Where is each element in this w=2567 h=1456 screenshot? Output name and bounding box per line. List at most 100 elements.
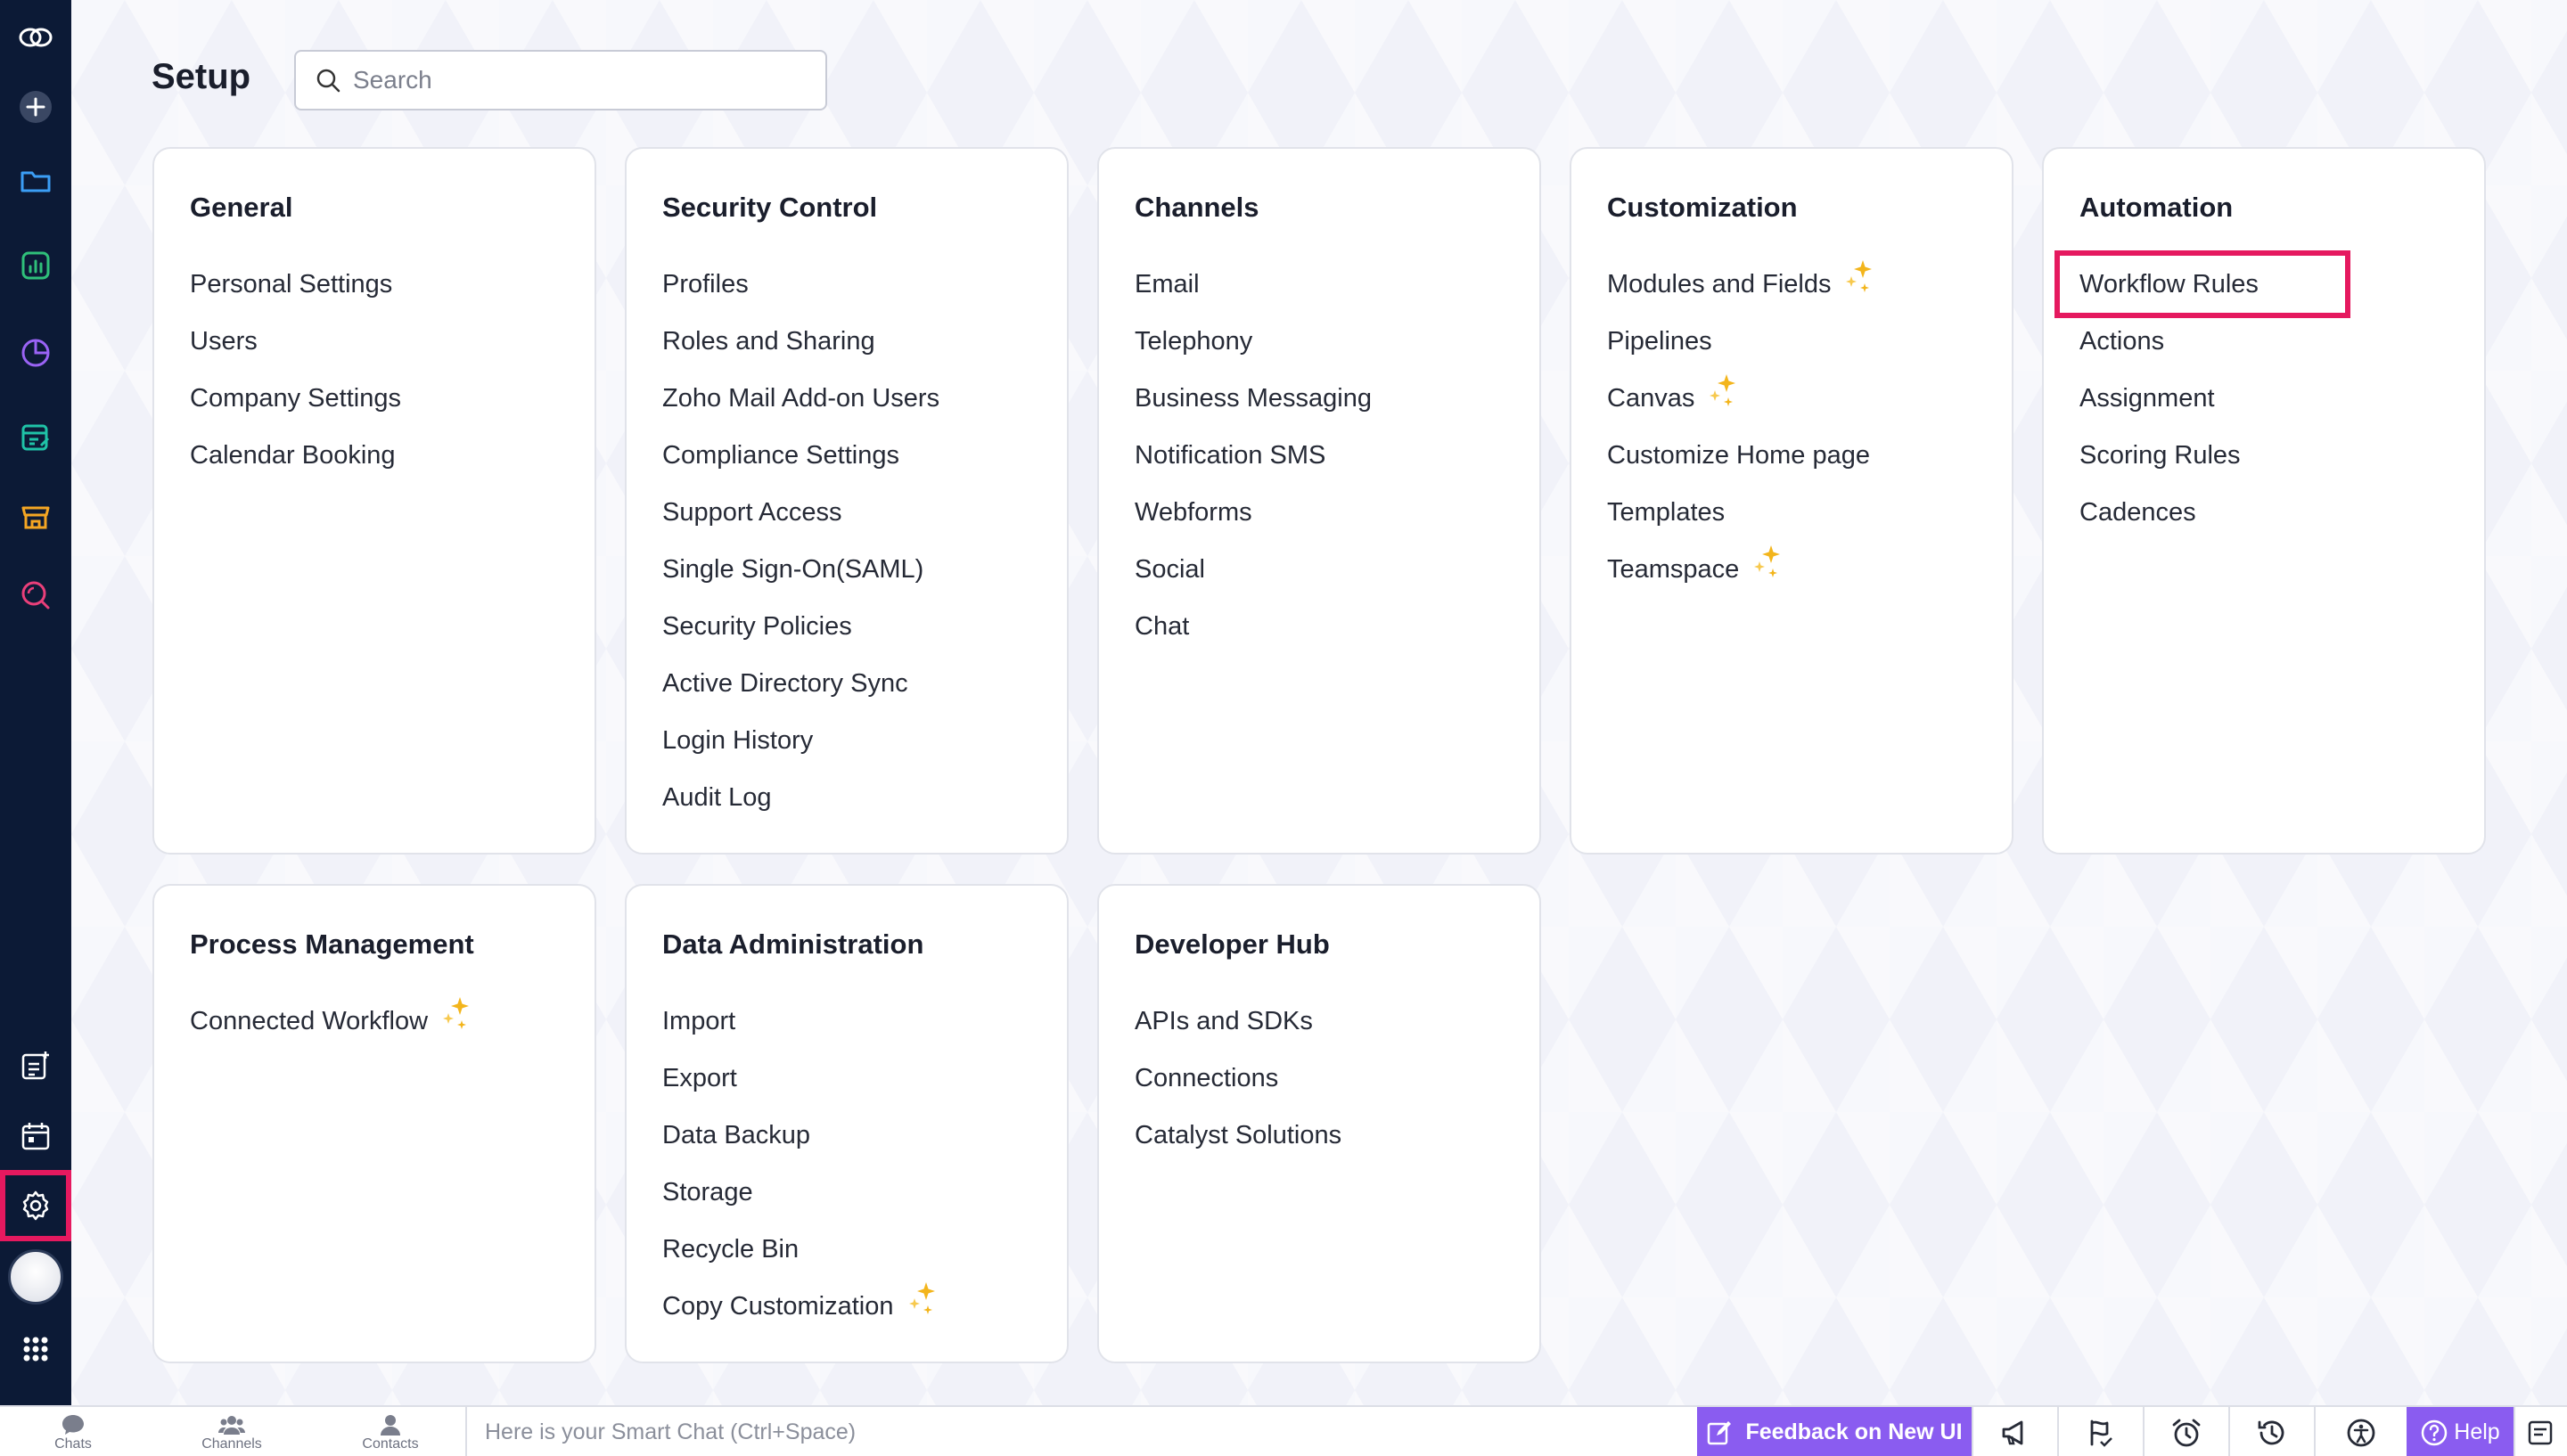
sparkle-icon	[908, 1282, 935, 1314]
tab-channels[interactable]: Channels	[178, 1407, 285, 1456]
card-developer-hub: Developer Hub APIs and SDKs Connections …	[1097, 884, 1541, 1363]
setting-data-backup[interactable]: Data Backup	[662, 1107, 939, 1164]
edit-icon	[1708, 1420, 1732, 1444]
tab-label: Channels	[201, 1436, 262, 1452]
search-box[interactable]	[294, 50, 827, 110]
card-automation: Automation Workflow Rules Actions Assign…	[2042, 147, 2486, 855]
setting-security-policies[interactable]: Security Policies	[662, 598, 939, 655]
add-icon[interactable]	[0, 71, 71, 143]
setting-label: Canvas	[1607, 383, 1695, 413]
setting-login-history[interactable]: Login History	[662, 712, 939, 769]
card-title: General	[190, 192, 293, 223]
settings-icon[interactable]	[0, 1170, 71, 1241]
setting-connections[interactable]: Connections	[1135, 1050, 1341, 1107]
setting-notification-sms[interactable]: Notification SMS	[1135, 427, 1372, 484]
setting-import[interactable]: Import	[662, 993, 939, 1050]
calendar-icon[interactable]	[0, 1100, 71, 1172]
card-item-list: Workflow Rules Actions Assignment Scorin…	[2054, 250, 2350, 541]
setting-workflow-rules[interactable]: Workflow Rules	[2054, 250, 2350, 318]
search-input[interactable]	[353, 66, 816, 94]
setting-templates[interactable]: Templates	[1607, 484, 1875, 541]
card-security-control: Security Control Profiles Roles and Shar…	[625, 147, 1069, 855]
card-title: Customization	[1607, 192, 1798, 223]
card-title: Developer Hub	[1135, 928, 1330, 960]
setting-actions[interactable]: Actions	[2079, 313, 2345, 370]
group-icon	[218, 1415, 245, 1435]
search-icon	[316, 69, 340, 93]
setting-telephony[interactable]: Telephony	[1135, 313, 1372, 370]
reports-icon[interactable]	[0, 230, 71, 301]
app-grid-icon[interactable]	[0, 1313, 71, 1385]
avatar[interactable]	[0, 1241, 71, 1313]
page-title: Setup	[152, 57, 251, 96]
add-note-icon[interactable]	[0, 1030, 71, 1101]
setting-pipelines[interactable]: Pipelines	[1607, 313, 1875, 370]
accessibility-icon[interactable]	[2314, 1407, 2407, 1456]
card-item-list: APIs and SDKs Connections Catalyst Solut…	[1135, 993, 1341, 1164]
setting-personal-settings[interactable]: Personal Settings	[190, 256, 401, 313]
setting-company-settings[interactable]: Company Settings	[190, 370, 401, 427]
chat-bubble-icon	[62, 1414, 84, 1435]
help-label: Help	[2454, 1419, 2500, 1444]
bottom-bar: Chats Channels Contacts Here is your Sma…	[0, 1405, 2567, 1456]
folder-icon[interactable]	[0, 145, 71, 217]
setting-canvas[interactable]: Canvas	[1607, 370, 1875, 427]
setting-customize-home-page[interactable]: Customize Home page	[1607, 427, 1875, 484]
setting-export[interactable]: Export	[662, 1050, 939, 1107]
setting-active-directory-sync[interactable]: Active Directory Sync	[662, 655, 939, 712]
checklist-icon[interactable]	[0, 401, 71, 472]
feedback-form-icon[interactable]	[2514, 1407, 2567, 1456]
help-button[interactable]: Help	[2407, 1407, 2514, 1456]
setting-catalyst-solutions[interactable]: Catalyst Solutions	[1135, 1107, 1341, 1164]
setting-audit-log[interactable]: Audit Log	[662, 769, 939, 826]
setting-apis-and-sdks[interactable]: APIs and SDKs	[1135, 993, 1341, 1050]
setting-users[interactable]: Users	[190, 313, 401, 370]
smart-chat-input[interactable]: Here is your Smart Chat (Ctrl+Space)	[465, 1407, 1695, 1456]
setting-zoho-mail-addon-users[interactable]: Zoho Mail Add-on Users	[662, 370, 939, 427]
analytics-icon[interactable]	[0, 316, 71, 388]
alarm-icon[interactable]	[2143, 1407, 2228, 1456]
setting-business-messaging[interactable]: Business Messaging	[1135, 370, 1372, 427]
setting-label: Teamspace	[1607, 554, 1740, 584]
announcement-icon[interactable]	[1972, 1407, 2057, 1456]
tour-icon[interactable]	[2057, 1407, 2143, 1456]
setting-roles-and-sharing[interactable]: Roles and Sharing	[662, 313, 939, 370]
setting-scoring-rules[interactable]: Scoring Rules	[2079, 427, 2345, 484]
card-customization: Customization Modules and Fields Pipelin…	[1570, 147, 2013, 855]
setting-connected-workflow[interactable]: Connected Workflow	[190, 993, 472, 1050]
setting-label: Connected Workflow	[190, 1006, 429, 1035]
setting-social[interactable]: Social	[1135, 541, 1372, 598]
setting-chat[interactable]: Chat	[1135, 598, 1372, 655]
marketplace-icon[interactable]	[0, 481, 71, 552]
tab-chats[interactable]: Chats	[20, 1407, 127, 1456]
card-data-administration: Data Administration Import Export Data B…	[625, 884, 1069, 1363]
setting-profiles[interactable]: Profiles	[662, 256, 939, 313]
setting-recycle-bin[interactable]: Recycle Bin	[662, 1221, 939, 1278]
tab-label: Chats	[54, 1436, 92, 1452]
tab-contacts[interactable]: Contacts	[337, 1407, 444, 1456]
feedback-button[interactable]: Feedback on New UI	[1697, 1407, 1972, 1456]
card-process-management: Process Management Connected Workflow	[152, 884, 596, 1363]
app-root: Setup General Personal Settings Users Co…	[0, 0, 2567, 1456]
setting-cadences[interactable]: Cadences	[2079, 484, 2345, 541]
setting-support-access[interactable]: Support Access	[662, 484, 939, 541]
feedback-label: Feedback on New UI	[1745, 1419, 1963, 1444]
setting-storage[interactable]: Storage	[662, 1164, 939, 1221]
setting-calendar-booking[interactable]: Calendar Booking	[190, 427, 401, 484]
setting-modules-and-fields[interactable]: Modules and Fields	[1607, 256, 1875, 313]
setting-assignment[interactable]: Assignment	[2079, 370, 2345, 427]
search-icon[interactable]	[0, 560, 71, 631]
setting-teamspace[interactable]: Teamspace	[1607, 541, 1875, 598]
setting-copy-customization[interactable]: Copy Customization	[662, 1278, 939, 1335]
card-general: General Personal Settings Users Company …	[152, 147, 596, 855]
card-item-list: Personal Settings Users Company Settings…	[190, 256, 401, 484]
setting-compliance-settings[interactable]: Compliance Settings	[662, 427, 939, 484]
history-icon[interactable]	[2228, 1407, 2314, 1456]
setting-webforms[interactable]: Webforms	[1135, 484, 1372, 541]
sparkle-icon	[1710, 374, 1736, 406]
zoho-logo-icon[interactable]	[0, 2, 71, 73]
setting-email[interactable]: Email	[1135, 256, 1372, 313]
card-title: Security Control	[662, 192, 878, 223]
setting-single-sign-on[interactable]: Single Sign-On(SAML)	[662, 541, 939, 598]
card-title: Automation	[2079, 192, 2234, 223]
